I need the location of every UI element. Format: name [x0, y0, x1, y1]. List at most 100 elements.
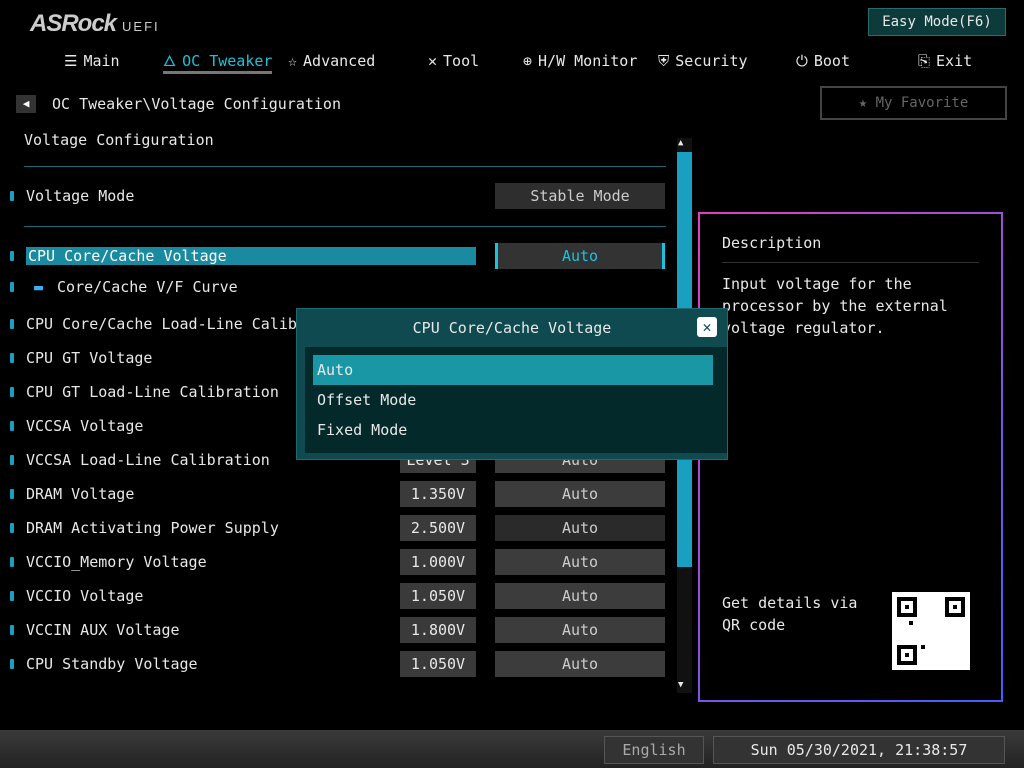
- option-list: Auto Offset Mode Fixed Mode: [305, 347, 727, 453]
- row-value[interactable]: 1.000V: [400, 549, 476, 575]
- close-icon[interactable]: ✕: [697, 317, 717, 337]
- row-value[interactable]: 1.350V: [400, 481, 476, 507]
- row-label: CPU GT Load-Line Calibration: [26, 383, 279, 401]
- row-marker: [10, 251, 14, 261]
- star-icon: ☆: [288, 52, 298, 70]
- row-option-select[interactable]: Auto: [495, 481, 665, 507]
- row-marker: [10, 523, 14, 533]
- tab-label: H/W Monitor: [538, 52, 638, 70]
- setting-row[interactable]: VCCIN AUX Voltage 1.800V Auto: [10, 616, 670, 644]
- tab-label: Security: [675, 52, 748, 70]
- tab-security[interactable]: ⛨ Security: [658, 50, 748, 74]
- row-label: VCCIN AUX Voltage: [26, 621, 180, 639]
- option-item[interactable]: Offset Mode: [313, 385, 713, 415]
- divider: [24, 226, 666, 227]
- row-label: CPU Core/Cache Voltage: [26, 247, 476, 265]
- row-label: VCCIO_Memory Voltage: [26, 553, 207, 571]
- row-label: VCCIO Voltage: [26, 587, 144, 605]
- row-value[interactable]: 1.050V: [400, 583, 476, 609]
- row-label: Core/Cache V/F Curve: [57, 278, 238, 296]
- row-marker: [10, 557, 14, 567]
- shield-icon: ⛨: [658, 52, 670, 70]
- tab-label: Exit: [936, 52, 973, 70]
- my-favorite-button[interactable]: ★ My Favorite: [820, 86, 1007, 120]
- list-icon: ☰: [64, 52, 78, 70]
- setting-row[interactable]: DRAM Voltage 1.350V Auto: [10, 480, 670, 508]
- option-item[interactable]: Fixed Mode: [313, 415, 713, 445]
- back-button[interactable]: ◀: [16, 95, 36, 113]
- language-button[interactable]: English: [604, 736, 704, 764]
- tab-label: Advanced: [303, 52, 376, 70]
- tab-main[interactable]: ☰ Main: [64, 50, 120, 74]
- divider: [24, 166, 666, 167]
- tab-label: Boot: [813, 52, 850, 70]
- qr-text: Get details via QR code: [722, 594, 858, 634]
- option-modal: CPU Core/Cache Voltage ✕ Auto Offset Mode…: [296, 308, 728, 460]
- voltage-mode-select[interactable]: Stable Mode: [495, 183, 665, 209]
- row-marker: [10, 659, 14, 669]
- row-option-select[interactable]: Auto: [495, 515, 665, 541]
- row-label: CPU GT Voltage: [26, 349, 153, 367]
- tab-label: Main: [83, 52, 120, 70]
- scroll-up-icon[interactable]: ▲: [678, 138, 683, 148]
- row-marker: [10, 421, 14, 431]
- power-icon: ⏻: [796, 52, 808, 70]
- row-marker: [10, 489, 14, 499]
- tab-boot[interactable]: ⏻ Boot: [796, 50, 850, 74]
- tab-oc-tweaker[interactable]: 🜂 OC Tweaker: [163, 50, 273, 74]
- description-panel: Description Input voltage for the proces…: [698, 212, 1003, 702]
- row-value[interactable]: 1.800V: [400, 617, 476, 643]
- row-marker: [10, 353, 14, 363]
- setting-row[interactable]: CPU Core/Cache Voltage Auto: [10, 242, 670, 270]
- tab-tool[interactable]: ✕ Tool: [428, 50, 479, 74]
- row-value[interactable]: 2.500V: [400, 515, 476, 541]
- row-option-select[interactable]: Auto: [495, 651, 665, 677]
- row-label: VCCSA Voltage: [26, 417, 144, 435]
- datetime: Sun 05/30/2021, 21:38:57: [713, 736, 1005, 764]
- row-label: VCCSA Load-Line Calibration: [26, 451, 270, 469]
- row-option-select[interactable]: Auto: [495, 243, 665, 269]
- breadcrumb: ◀ OC Tweaker\Voltage Configuration: [16, 95, 341, 113]
- star-icon: ★: [858, 95, 868, 111]
- setting-row[interactable]: ▬ Core/Cache V/F Curve: [10, 273, 670, 301]
- row-marker: [10, 591, 14, 601]
- folder-icon: ▬: [34, 278, 44, 296]
- breadcrumb-path: OC Tweaker\Voltage Configuration: [52, 95, 341, 113]
- row-marker: [10, 282, 14, 292]
- modal-title: CPU Core/Cache Voltage: [412, 319, 612, 337]
- row-option-select[interactable]: Auto: [495, 583, 665, 609]
- row-marker: [10, 191, 14, 201]
- tab-advanced[interactable]: ☆ Advanced: [288, 50, 375, 74]
- row-marker: [10, 319, 14, 329]
- scroll-down-icon[interactable]: ▼: [678, 680, 683, 690]
- description-text: Input voltage for the processor by the e…: [722, 275, 948, 337]
- tools-icon: ✕: [428, 52, 438, 70]
- setting-row[interactable]: VCCIO_Memory Voltage 1.000V Auto: [10, 548, 670, 576]
- section-title: Voltage Configuration: [24, 131, 214, 149]
- asrock-logo: ASRock UEFI: [30, 10, 160, 37]
- setting-row[interactable]: VCCIO Voltage 1.050V Auto: [10, 582, 670, 610]
- tab-exit[interactable]: ⎘ Exit: [918, 50, 972, 74]
- setting-row[interactable]: DRAM Activating Power Supply 2.500V Auto: [10, 514, 670, 542]
- row-marker: [10, 455, 14, 465]
- row-option-select[interactable]: Auto: [495, 549, 665, 575]
- rocket-icon: 🜂: [163, 52, 177, 70]
- easy-mode-button[interactable]: Easy Mode(F6): [868, 8, 1006, 36]
- row-label: DRAM Activating Power Supply: [26, 519, 279, 537]
- tab-label: Tool: [443, 52, 480, 70]
- option-item[interactable]: Auto: [313, 355, 713, 385]
- description-title: Description: [722, 234, 979, 263]
- tab-h-w-monitor[interactable]: ⊕ H/W Monitor: [523, 50, 637, 74]
- row-label: CPU Standby Voltage: [26, 655, 198, 673]
- setting-row[interactable]: CPU Standby Voltage 1.050V Auto: [10, 650, 670, 678]
- row-marker: [10, 625, 14, 635]
- row-marker: [10, 387, 14, 397]
- row-label: Voltage Mode: [26, 187, 135, 205]
- exit-icon: ⎘: [918, 52, 931, 70]
- row-value[interactable]: 1.050V: [400, 651, 476, 677]
- row-option-select[interactable]: Auto: [495, 617, 665, 643]
- monitor-icon: ⊕: [523, 52, 533, 70]
- voltage-mode-row[interactable]: Voltage Mode Stable Mode: [10, 182, 670, 210]
- row-label: DRAM Voltage: [26, 485, 135, 503]
- tab-label: OC Tweaker: [182, 52, 273, 70]
